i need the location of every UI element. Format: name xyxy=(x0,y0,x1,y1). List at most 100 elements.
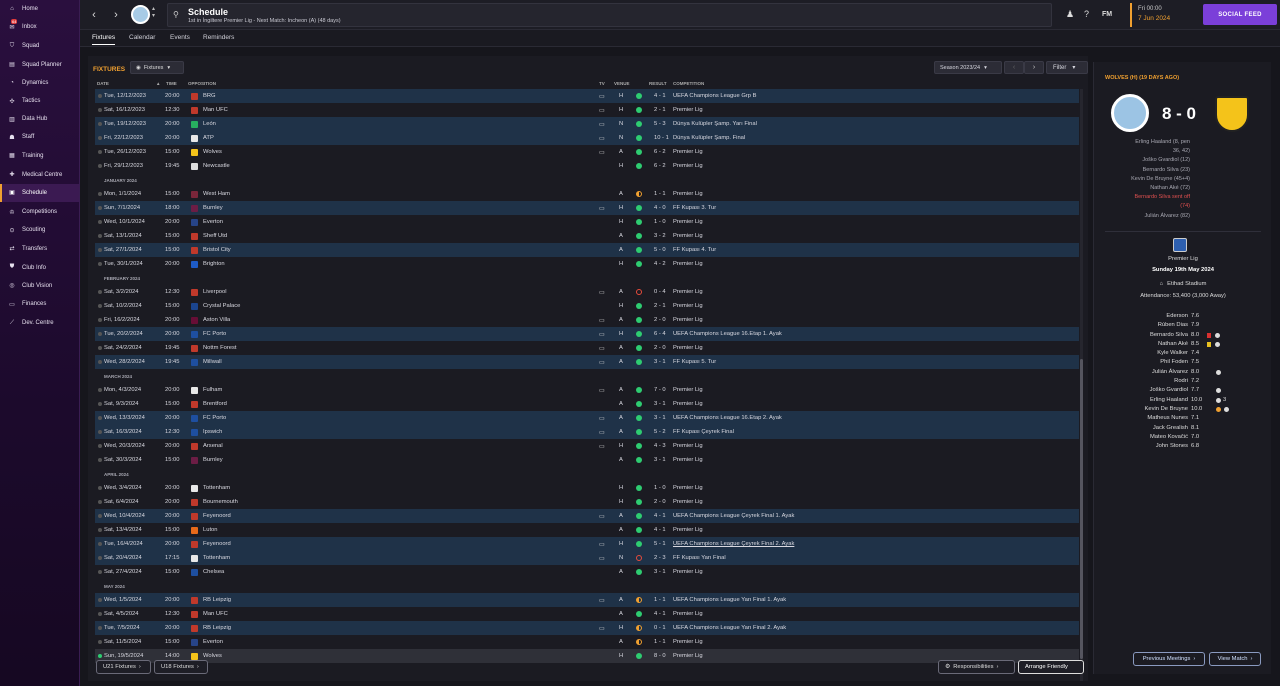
competition-label[interactable]: Dünya Kulüpler Şamp. Final xyxy=(673,135,745,141)
score-label[interactable]: 3 - 1 xyxy=(654,415,666,421)
opponent-crest-icon[interactable] xyxy=(191,148,198,156)
rating-row[interactable]: Kyle Walker 7.4 xyxy=(1094,350,1272,359)
score-label[interactable]: 1 - 1 xyxy=(654,639,666,645)
competition-label[interactable]: Dünya Kulüpler Şamp. Yarı Final xyxy=(673,121,757,127)
fm-menu-button[interactable]: FM xyxy=(1102,11,1112,18)
score-label[interactable]: 1 - 0 xyxy=(654,485,666,491)
opponent-name[interactable]: Ipswich xyxy=(203,429,222,435)
opponent-name[interactable]: Brentford xyxy=(203,401,227,407)
competition-label[interactable]: Premier Lig xyxy=(673,639,703,645)
sidebar-item-transfers[interactable]: ⇄ Transfers xyxy=(0,239,79,257)
sidebar-item-home[interactable]: ⌂ Home xyxy=(0,0,79,18)
opponent-name[interactable]: Aston Villa xyxy=(203,317,230,323)
opponent-crest-icon[interactable] xyxy=(191,162,198,170)
game-date[interactable]: Fri 00:00 7 Jun 2024 xyxy=(1130,3,1200,27)
opponent-name[interactable]: Man UFC xyxy=(203,611,228,617)
sidebar-item-dynamics[interactable]: ◔ Dynamics xyxy=(0,74,79,92)
competition-label[interactable]: Premier Lig xyxy=(673,303,703,309)
col-result[interactable]: RESULT xyxy=(649,81,667,86)
score-label[interactable]: 3 - 1 xyxy=(654,569,666,575)
opponent-crest-icon[interactable] xyxy=(191,498,198,506)
rating-row[interactable]: Mateo Kovačić 7.0 xyxy=(1094,434,1272,443)
opponent-crest-icon[interactable] xyxy=(191,386,198,394)
player-name[interactable]: Rúben Dias xyxy=(1158,322,1188,328)
rating-row[interactable]: Bernardo Silva 8.0 xyxy=(1094,332,1272,341)
table-row[interactable]: Fri, 29/12/2023 19:45 Newcastle H 6 - 2 Premi… xyxy=(95,159,1079,173)
opponent-name[interactable]: Luton xyxy=(203,527,218,533)
opponent-name[interactable]: Millwall xyxy=(203,359,222,365)
opponent-name[interactable]: Feyenoord xyxy=(203,541,231,547)
sidebar-item-dev-centre[interactable]: ⟋ Dev. Centre xyxy=(0,314,79,332)
opponent-name[interactable]: RB Leipzig xyxy=(203,625,231,631)
table-row[interactable]: Wed, 20/3/2024 20:00 Arsenal ▭ H 4 - 3 Premier… xyxy=(95,439,1079,453)
score-label[interactable]: 5 - 0 xyxy=(654,247,666,253)
competition-label[interactable]: Premier Lig xyxy=(673,163,703,169)
table-row[interactable]: Sun, 19/5/2024 14:00 Wolves H 8 - 0 Premier L… xyxy=(95,649,1079,663)
competition-label[interactable]: UEFA Champions League Grp B xyxy=(673,93,756,99)
opponent-name[interactable]: Liverpool xyxy=(203,289,227,295)
player-name[interactable]: Mateo Kovačić xyxy=(1150,434,1188,440)
competition-label[interactable]: Premier Lig xyxy=(673,345,703,351)
player-name[interactable]: Jack Grealish xyxy=(1153,425,1188,431)
opponent-crest-icon[interactable] xyxy=(191,246,198,254)
opponent-crest-icon[interactable] xyxy=(191,512,198,520)
score-label[interactable]: 3 - 1 xyxy=(654,359,666,365)
sidebar-item-tactics[interactable]: ✣ Tactics xyxy=(0,92,79,110)
opponent-crest-icon[interactable] xyxy=(191,358,198,366)
opponent-name[interactable]: Man UFC xyxy=(203,107,228,113)
sidebar-item-medical-centre[interactable]: ✚ Medical Centre xyxy=(0,166,79,184)
score-label[interactable]: 4 - 1 xyxy=(654,93,666,99)
arrange-friendly-button[interactable]: Arrange Friendly xyxy=(1018,660,1084,674)
table-row[interactable]: Wed, 28/2/2024 19:45 Millwall ▭ A 3 - 1 FF Kup… xyxy=(95,355,1079,369)
back-arrow-icon[interactable]: ‹ xyxy=(86,7,102,23)
opponent-name[interactable]: Newcastle xyxy=(203,163,230,169)
score-label[interactable]: 0 - 1 xyxy=(654,625,666,631)
rating-row[interactable]: Nathan Aké 8.5 xyxy=(1094,341,1272,350)
rating-row[interactable]: Matheus Nunes 7.1 xyxy=(1094,415,1272,424)
sidebar-item-squad-planner[interactable]: ▤ Squad Planner xyxy=(0,56,79,74)
sidebar-item-club-vision[interactable]: ◎ Club Vision xyxy=(0,277,79,295)
col-competition[interactable]: COMPETITION xyxy=(673,81,704,86)
score-label[interactable]: 8 - 0 xyxy=(654,653,666,659)
opponent-name[interactable]: León xyxy=(203,121,216,127)
competition-label[interactable]: FF Kupası 3. Tur xyxy=(673,205,716,211)
player-name[interactable]: Kevin De Bruyne xyxy=(1145,406,1189,412)
table-row[interactable]: Fri, 22/12/2023 20:00 ATP ▭ N 10 - 1 Dünya Kul… xyxy=(95,131,1079,145)
score-label[interactable]: 1 - 1 xyxy=(654,191,666,197)
table-row[interactable]: Sat, 13/1/2024 15:00 Sheff Utd A 3 - 2 Premie… xyxy=(95,229,1079,243)
score-label[interactable]: 4 - 1 xyxy=(654,527,666,533)
opponent-crest-icon[interactable] xyxy=(191,316,198,324)
opponent-crest-icon[interactable] xyxy=(191,260,198,268)
competition-label[interactable]: Premier Lig xyxy=(673,191,703,197)
away-crest-icon[interactable] xyxy=(1215,96,1249,132)
opponent-name[interactable]: Bristol City xyxy=(203,247,231,253)
chevron-updown-icon[interactable]: ▴ ▾ xyxy=(152,6,155,20)
table-row[interactable]: Sat, 27/1/2024 15:00 Bristol City A 5 - 0 FF … xyxy=(95,243,1079,257)
rating-row[interactable]: Rúben Dias 7.9 xyxy=(1094,322,1272,331)
opponent-crest-icon[interactable] xyxy=(191,134,198,142)
opponent-name[interactable]: Arsenal xyxy=(203,443,223,449)
score-label[interactable]: 2 - 0 xyxy=(654,345,666,351)
competition-label[interactable]: Premier Lig xyxy=(673,457,703,463)
sidebar-item-scouting[interactable]: ⊙ Scouting xyxy=(0,221,79,239)
competition-label[interactable]: Premier Lig xyxy=(673,499,703,505)
table-row[interactable]: Sat, 3/2/2024 12:30 Liverpool ▭ A 0 - 4 Premie… xyxy=(95,285,1079,299)
competition-label[interactable]: UEFA Champions League 16.Etap 1. Ayak xyxy=(673,331,782,337)
opponent-name[interactable]: Tottenham xyxy=(203,555,230,561)
opponent-name[interactable]: Nottm Forest xyxy=(203,345,237,351)
competition-label[interactable]: Premier Lig xyxy=(673,233,703,239)
competition-label[interactable]: FF Kupası 4. Tur xyxy=(673,247,716,253)
score-label[interactable]: 0 - 4 xyxy=(654,289,666,295)
opponent-name[interactable]: Bournemouth xyxy=(203,499,238,505)
score-label[interactable]: 2 - 3 xyxy=(654,555,666,561)
opponent-name[interactable]: Chelsea xyxy=(203,569,224,575)
competition-label[interactable]: Premier Lig xyxy=(673,261,703,267)
table-row[interactable]: Tue, 26/12/2023 15:00 Wolves ▭ A 6 - 2 Premier… xyxy=(95,145,1079,159)
competition-label[interactable]: UEFA Champions League 16.Etap 2. Ayak xyxy=(673,415,782,421)
opponent-name[interactable]: West Ham xyxy=(203,191,230,197)
opponent-crest-icon[interactable] xyxy=(191,400,198,408)
score-label[interactable]: 4 - 1 xyxy=(654,611,666,617)
table-row[interactable]: Sat, 13/4/2024 15:00 Luton A 4 - 1 Premier Li… xyxy=(95,523,1079,537)
sidebar-item-staff[interactable]: ☗ Staff xyxy=(0,128,79,146)
opponent-name[interactable]: ATP xyxy=(203,135,214,141)
